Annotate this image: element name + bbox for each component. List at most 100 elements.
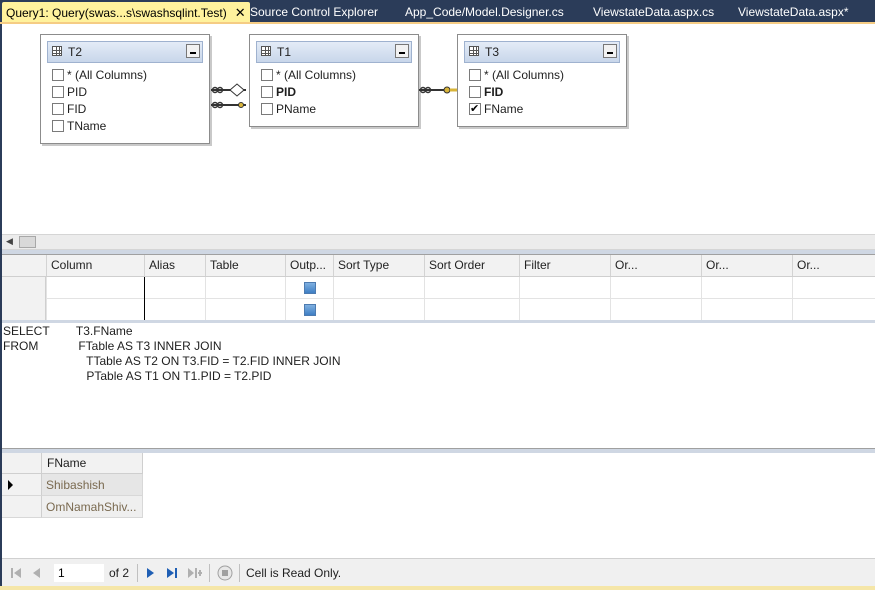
results-corner-header[interactable] xyxy=(2,453,42,474)
column-row[interactable]: PID xyxy=(259,84,412,101)
column-row[interactable]: * (All Columns) xyxy=(467,67,620,84)
column-checkbox-checked[interactable] xyxy=(469,101,481,118)
column-header-sort-type[interactable]: Sort Type xyxy=(333,255,424,276)
tab-query1[interactable]: Query1: Query(swas...s\swashsqlint.Test)… xyxy=(2,2,250,22)
column-header-filter[interactable]: Filter xyxy=(519,255,610,276)
column-row[interactable]: PName xyxy=(259,101,412,118)
column-cell[interactable] xyxy=(46,299,144,321)
column-label: PName xyxy=(276,102,317,116)
column-header-sort-order[interactable]: Sort Order xyxy=(424,255,519,276)
table-cell[interactable] xyxy=(205,299,285,321)
table-cell[interactable] xyxy=(205,277,285,299)
criteria-row[interactable] xyxy=(2,299,875,321)
column-checkbox[interactable] xyxy=(469,86,481,98)
column-label: FID xyxy=(484,85,504,99)
column-row[interactable]: FID xyxy=(467,84,620,101)
column-label: TName xyxy=(67,119,107,133)
sql-pane[interactable]: SELECT T3.FName FROM FTable AS T3 INNER … xyxy=(2,323,875,448)
or-cell[interactable] xyxy=(701,277,792,299)
column-checkbox[interactable] xyxy=(469,69,481,81)
column-cell[interactable] xyxy=(46,277,144,299)
previous-record-icon[interactable] xyxy=(32,567,42,579)
column-checkbox[interactable] xyxy=(52,86,64,98)
or-cell[interactable] xyxy=(792,277,875,299)
filter-cell[interactable] xyxy=(519,299,610,321)
new-record-icon[interactable] xyxy=(187,567,203,579)
scrollbar-thumb[interactable] xyxy=(19,236,36,248)
stop-icon[interactable] xyxy=(217,565,233,581)
join-connector-t1-t3[interactable] xyxy=(417,82,459,98)
tab-viewstatedata-aspx[interactable]: ViewstateData.aspx* xyxy=(738,3,849,22)
next-record-icon[interactable] xyxy=(145,567,155,579)
column-row[interactable]: TName xyxy=(50,118,203,135)
table-box-t2[interactable]: T2 * (All Columns) PID FID TName xyxy=(40,34,210,144)
diagram-horizontal-scrollbar[interactable]: ◀ xyxy=(2,234,875,250)
tab-viewstatedata-cs[interactable]: ViewstateData.aspx.cs xyxy=(593,3,714,22)
results-cell[interactable]: Shibashish xyxy=(42,474,143,496)
minimize-icon[interactable] xyxy=(603,44,617,58)
alias-cell[interactable] xyxy=(144,299,205,321)
row-header[interactable] xyxy=(2,299,46,321)
column-header-column[interactable]: Column xyxy=(46,255,144,276)
sort-order-cell[interactable] xyxy=(424,299,519,321)
criteria-grid[interactable]: Column Alias Table Outp... Sort Type Sor… xyxy=(2,255,875,321)
close-tab-icon[interactable]: ✕ xyxy=(235,5,246,20)
column-row[interactable]: * (All Columns) xyxy=(259,67,412,84)
results-grid[interactable]: FName Shibashish OmNamahShiv... xyxy=(2,453,875,558)
table-box-t1[interactable]: T1 * (All Columns) PID PName xyxy=(249,34,419,127)
or-cell[interactable] xyxy=(792,299,875,321)
sql-line: TTable AS T2 ON T3.FID = T2.FID INNER JO… xyxy=(3,354,341,368)
results-cell[interactable]: OmNamahShiv... xyxy=(42,496,143,518)
or-cell[interactable] xyxy=(701,299,792,321)
status-message: Cell is Read Only. xyxy=(246,566,342,580)
first-record-icon[interactable] xyxy=(10,567,22,579)
column-checkbox[interactable] xyxy=(52,103,64,115)
or-cell[interactable] xyxy=(610,299,701,321)
current-record-input[interactable] xyxy=(54,564,104,582)
column-label: * (All Columns) xyxy=(484,68,565,82)
filter-cell[interactable] xyxy=(519,277,610,299)
diagram-pane[interactable]: T2 * (All Columns) PID FID TName T1 * (A… xyxy=(2,24,875,234)
criteria-row[interactable] xyxy=(2,277,875,299)
row-header[interactable] xyxy=(2,277,46,299)
column-checkbox[interactable] xyxy=(261,69,273,81)
column-row[interactable]: * (All Columns) xyxy=(50,67,203,84)
sort-type-cell[interactable] xyxy=(333,277,424,299)
sort-order-cell[interactable] xyxy=(424,277,519,299)
results-row-header[interactable] xyxy=(2,496,42,518)
column-checkbox[interactable] xyxy=(261,103,273,115)
sql-line: FROM FTable AS T3 INNER JOIN xyxy=(3,339,222,353)
column-header-table[interactable]: Table xyxy=(205,255,285,276)
results-column-header[interactable]: FName xyxy=(42,453,143,474)
or-cell[interactable] xyxy=(610,277,701,299)
column-header-or[interactable]: Or... xyxy=(792,255,875,276)
table-box-t3[interactable]: T3 * (All Columns) FID FName xyxy=(457,34,627,127)
sort-type-cell[interactable] xyxy=(333,299,424,321)
column-checkbox[interactable] xyxy=(52,69,64,81)
column-checkbox[interactable] xyxy=(52,120,64,132)
column-header-or[interactable]: Or... xyxy=(610,255,701,276)
column-checkbox[interactable] xyxy=(261,86,273,98)
column-header-or[interactable]: Or... xyxy=(701,255,792,276)
results-row-header[interactable] xyxy=(2,474,42,496)
alias-cell[interactable] xyxy=(144,277,205,299)
column-row[interactable]: PID xyxy=(50,84,203,101)
minimize-icon[interactable] xyxy=(395,44,409,58)
tab-source-control-explorer[interactable]: Source Control Explorer xyxy=(250,3,378,22)
column-header-alias[interactable]: Alias xyxy=(144,255,205,276)
column-header-output[interactable]: Outp... xyxy=(285,255,333,276)
last-record-icon[interactable] xyxy=(166,567,178,579)
join-connector-t2-t1[interactable] xyxy=(208,74,250,114)
output-checkbox[interactable] xyxy=(304,304,316,316)
column-row[interactable]: FName xyxy=(467,101,620,118)
table-title-bar[interactable]: T3 xyxy=(464,41,620,63)
column-label: FID xyxy=(67,102,87,116)
column-row[interactable]: FID xyxy=(50,101,203,118)
table-title-bar[interactable]: T1 xyxy=(256,41,412,63)
table-title-bar[interactable]: T2 xyxy=(47,41,203,63)
scroll-left-arrow-icon[interactable]: ◀ xyxy=(6,236,13,247)
tab-model-designer[interactable]: App_Code/Model.Designer.cs xyxy=(405,3,564,22)
table-grid-icon xyxy=(469,46,479,56)
minimize-icon[interactable] xyxy=(186,44,200,58)
output-checkbox[interactable] xyxy=(304,282,316,294)
